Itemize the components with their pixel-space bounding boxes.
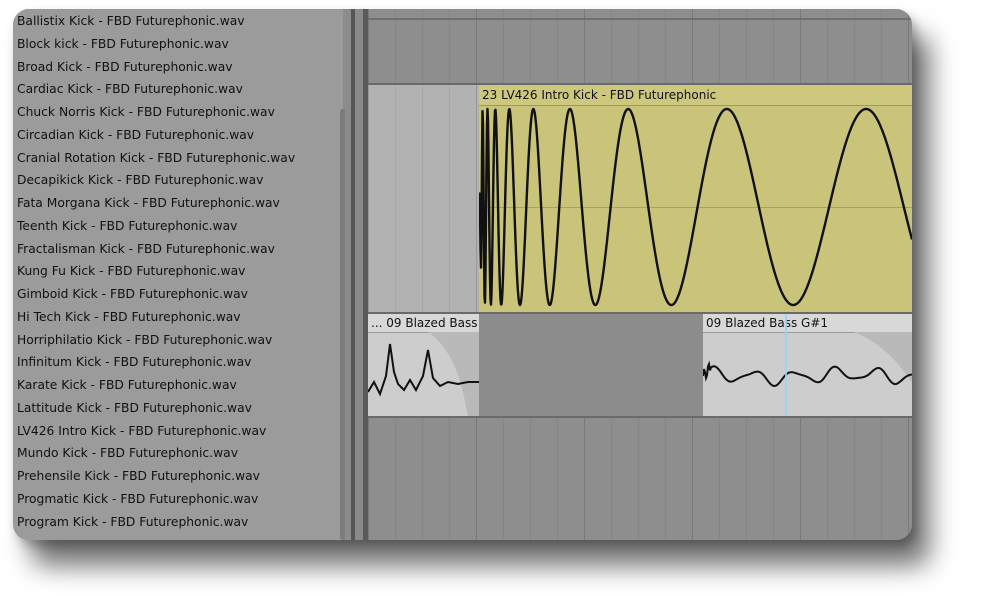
grid-line [557,418,558,540]
grid-line [908,418,909,540]
grid-line [449,9,450,84]
splitter-gap [355,9,363,540]
grid-line [692,9,693,84]
browser-file-item[interactable]: Decapikick Kick - FBD Futurephonic.wav [17,169,263,191]
grid-line [368,85,369,313]
browser-file-item[interactable]: Fata Morgana Kick - FBD Futurephonic.wav [17,192,280,214]
grid-line [476,418,477,540]
grid-line [638,418,639,540]
browser-file-item[interactable]: Teenth Kick - FBD Futurephonic.wav [17,215,237,237]
grid-line [800,418,801,540]
grid-line [800,9,801,84]
playhead-marker [785,314,787,416]
browser-file-item[interactable]: Cranial Rotation Kick - FBD Futurephonic… [17,147,295,169]
browser-file-item[interactable]: Karate Kick - FBD Futurephonic.wav [17,374,237,396]
grid-line [584,418,585,540]
grid-line [449,85,450,313]
grid-line [746,418,747,540]
clip-title[interactable]: 09 Blazed Bass G#1 [703,314,912,332]
grid-line [368,9,369,84]
grid-line [692,418,693,540]
kick-waveform [479,107,912,307]
grid-line [503,9,504,84]
arrangement-view: 23 LV426 Intro Kick - FBD Futurephonic .… [368,9,912,540]
browser-file-item[interactable]: LV426 Intro Kick - FBD Futurephonic.wav [17,420,266,442]
grid-line [881,9,882,84]
browser-file-item[interactable]: Program Kick - FBD Futurephonic.wav [17,511,248,533]
grid-line [368,418,369,540]
audio-clip-kick[interactable]: 23 LV426 Intro Kick - FBD Futurephonic [479,85,912,313]
browser-file-item[interactable]: Kung Fu Kick - FBD Futurephonic.wav [17,260,245,282]
audio-clip-bass-b[interactable]: 09 Blazed Bass G#1 [703,314,912,416]
grid-line [638,9,639,84]
grid-line [449,418,450,540]
grid-line [422,9,423,84]
browser-file-item[interactable]: Fractalisman Kick - FBD Futurephonic.wav [17,238,275,260]
browser-file-item[interactable]: Progmatic Kick - FBD Futurephonic.wav [17,488,258,510]
grid-line [773,9,774,84]
browser-scrollbar[interactable] [340,109,345,540]
browser-file-item[interactable]: Ballistix Kick - FBD Futurephonic.wav [17,10,245,32]
browser-file-item[interactable]: Cardiac Kick - FBD Futurephonic.wav [17,78,243,100]
grid-line [422,418,423,540]
clip-title[interactable]: ... 09 Blazed Bass G#1 [368,314,479,332]
lane-separator [368,18,912,20]
grid-line [503,418,504,540]
grid-line [854,418,855,540]
grid-line [584,9,585,84]
grid-line [665,418,666,540]
grid-line [395,85,396,313]
browser-file-item[interactable]: Prehensile Kick - FBD Futurephonic.wav [17,465,260,487]
browser-file-item[interactable]: Mundo Kick - FBD Futurephonic.wav [17,442,238,464]
grid-line [611,418,612,540]
file-browser: Ballistix Kick - FBD Futurephonic.wav Blo… [13,9,343,540]
empty-region [479,314,703,416]
track-lane-bottom[interactable] [368,418,912,540]
grid-line [746,9,747,84]
clip-title[interactable]: 23 LV426 Intro Kick - FBD Futurephonic [479,85,912,105]
grid-line [827,9,828,84]
app-window: Ballistix Kick - FBD Futurephonic.wav Blo… [13,9,912,540]
grid-line [773,418,774,540]
browser-file-item[interactable]: Gimboid Kick - FBD Futurephonic.wav [17,283,248,305]
grid-line [530,418,531,540]
bass-waveform-a [368,332,479,416]
grid-line [665,9,666,84]
grid-line [476,85,477,313]
audio-clip-bass-a[interactable]: ... 09 Blazed Bass G#1 [368,314,479,416]
grid-line [719,418,720,540]
grid-line [854,9,855,84]
browser-file-item[interactable]: Infinitum Kick - FBD Futurephonic.wav [17,351,251,373]
grid-line [881,418,882,540]
grid-line [827,418,828,540]
browser-file-item[interactable]: Block kick - FBD Futurephonic.wav [17,33,229,55]
grid-line [530,9,531,84]
grid-line [719,9,720,84]
browser-file-item[interactable]: Chuck Norris Kick - FBD Futurephonic.wav [17,101,275,123]
browser-file-item[interactable]: Lattitude Kick - FBD Futurephonic.wav [17,397,252,419]
track-lane-top[interactable] [368,9,912,84]
grid-line [422,85,423,313]
grid-line [908,9,909,84]
browser-file-item[interactable]: Horriphilatio Kick - FBD Futurephonic.wa… [17,329,272,351]
bass-waveform-b [703,332,912,388]
time-selection [368,85,479,313]
grid-line [557,9,558,84]
grid-line [611,9,612,84]
browser-file-item[interactable]: Hi Tech Kick - FBD Futurephonic.wav [17,306,241,328]
grid-line [395,9,396,84]
browser-file-item[interactable]: Circadian Kick - FBD Futurephonic.wav [17,124,254,146]
grid-line [476,9,477,84]
browser-file-item[interactable]: Broad Kick - FBD Futurephonic.wav [17,56,233,78]
grid-line [395,418,396,540]
